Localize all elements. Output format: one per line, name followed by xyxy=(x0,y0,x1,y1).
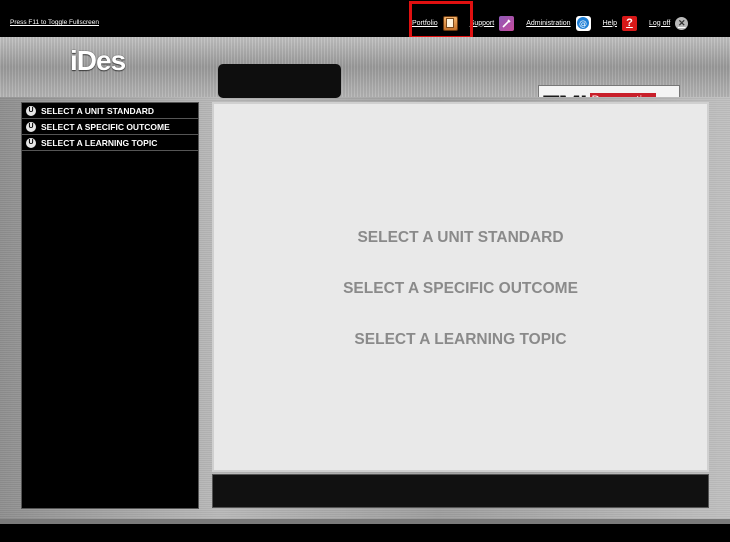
nav-logoff[interactable]: Log off ✕ xyxy=(648,16,689,30)
top-bar: Press F11 to Toggle Fullscreen Portfolio… xyxy=(0,0,730,37)
sidebar-item-unit-standard[interactable]: U SELECT A UNIT STANDARD xyxy=(22,103,198,119)
sidebar-item-label: SELECT A LEARNING TOPIC xyxy=(41,137,158,148)
support-icon[interactable] xyxy=(499,15,515,31)
content-line-specific-outcome: SELECT A SPECIFIC OUTCOME xyxy=(343,280,578,297)
portfolio-icon[interactable] xyxy=(442,15,458,31)
sidebar-item-label: SELECT A SPECIFIC OUTCOME xyxy=(41,121,170,132)
content-footer-bar xyxy=(212,474,709,508)
specific-outcome-icon: U xyxy=(26,121,36,132)
content-line-unit-standard: SELECT A UNIT STANDARD xyxy=(357,229,564,246)
fullscreen-toggle-link[interactable]: Press F11 to Toggle Fullscreen xyxy=(10,19,99,26)
logoff-icon[interactable]: ✕ xyxy=(675,16,689,30)
header-black-tab xyxy=(218,64,341,98)
unit-standard-icon: U xyxy=(26,105,36,116)
content-panel: SELECT A UNIT STANDARD SELECT A SPECIFIC… xyxy=(212,102,709,472)
nav-help[interactable]: Help ? xyxy=(602,15,637,31)
learning-topic-icon: U xyxy=(26,137,36,148)
ides-logo: iDes xyxy=(70,45,126,76)
svg-text:@: @ xyxy=(579,19,587,28)
nav-administration[interactable]: Administration @ xyxy=(526,15,591,31)
nav-portfolio-label: Portfolio xyxy=(412,19,438,27)
help-icon[interactable]: ? xyxy=(621,15,637,31)
nav-support[interactable]: Support xyxy=(469,15,515,31)
top-nav: Portfolio Support Administration @ Help … xyxy=(412,14,700,32)
content-line-learning-topic: SELECT A LEARNING TOPIC xyxy=(354,331,567,348)
sidebar: U SELECT A UNIT STANDARD U SELECT A SPEC… xyxy=(21,102,199,509)
header-band: iDes TMI Dynamatics Real-time simulation… xyxy=(0,37,730,125)
nav-help-label: Help xyxy=(602,19,617,27)
sidebar-item-label: SELECT A UNIT STANDARD xyxy=(41,105,155,116)
sidebar-item-learning-topic[interactable]: U SELECT A LEARNING TOPIC xyxy=(22,135,198,151)
bottom-bar xyxy=(0,524,730,542)
sidebar-item-specific-outcome[interactable]: U SELECT A SPECIFIC OUTCOME xyxy=(22,119,198,135)
nav-administration-label: Administration xyxy=(526,19,571,27)
nav-portfolio[interactable]: Portfolio xyxy=(412,15,458,31)
administration-icon[interactable]: @ xyxy=(575,15,591,31)
nav-support-label: Support xyxy=(469,19,495,27)
nav-logoff-label: Log off xyxy=(648,19,671,27)
